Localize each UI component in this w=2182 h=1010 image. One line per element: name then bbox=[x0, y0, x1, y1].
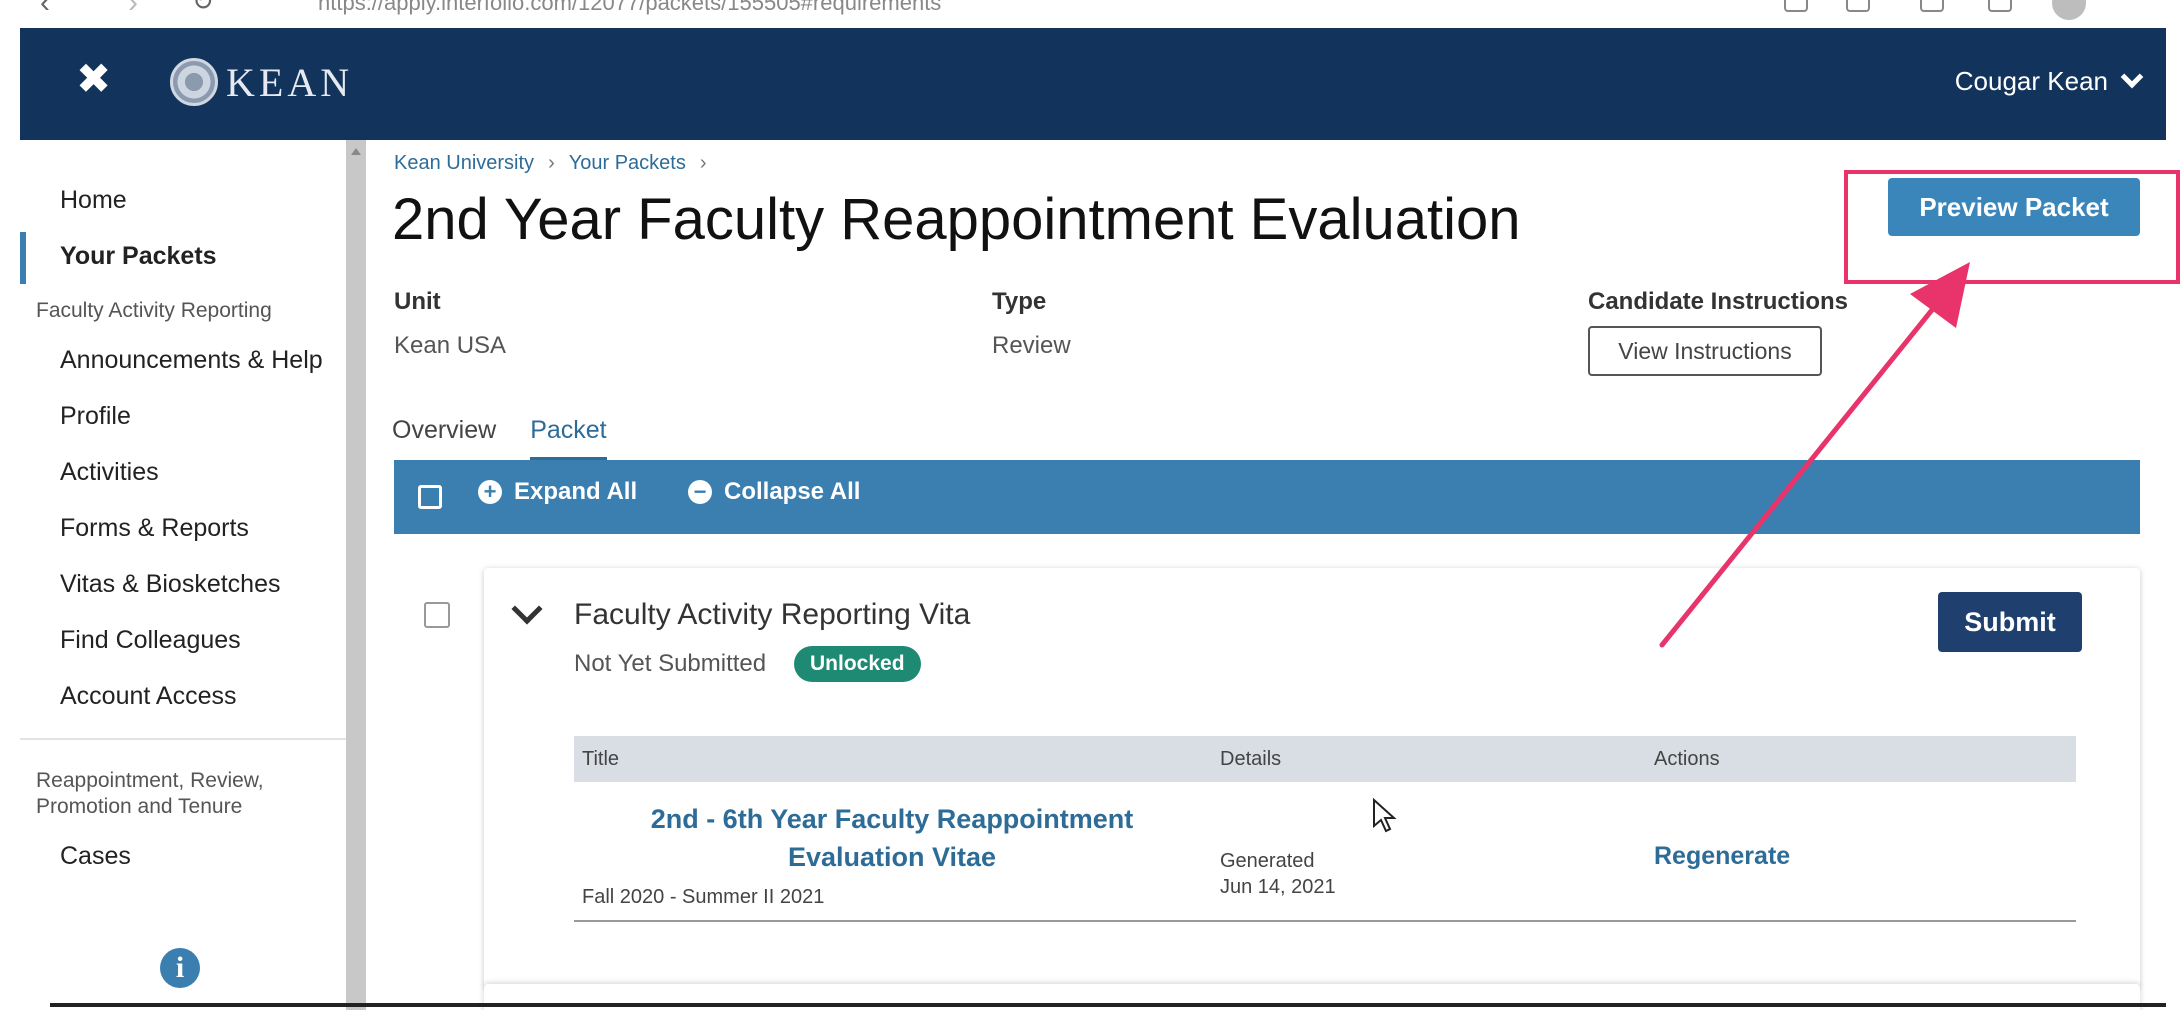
document-link[interactable]: 2nd - 6th Year Faculty Reappointment Eva… bbox=[582, 800, 1202, 876]
active-indicator bbox=[20, 232, 26, 284]
table-row: 2nd - 6th Year Faculty Reappointment Eva… bbox=[574, 782, 2076, 922]
logo-text: KEAN bbox=[226, 59, 354, 105]
chevron-down-icon[interactable] bbox=[511, 593, 543, 625]
app-header: ✖ KEAN Cougar Kean bbox=[20, 28, 2166, 140]
table-header: Title Details Actions bbox=[574, 736, 2076, 782]
read-aloud-icon[interactable] bbox=[1784, 0, 1808, 12]
breadcrumb-separator: › bbox=[699, 152, 707, 174]
page-title: 2nd Year Faculty Reappointment Evaluatio… bbox=[392, 187, 1521, 252]
tab-bar: Overview Packet bbox=[392, 416, 607, 462]
favorites-icon[interactable] bbox=[1920, 0, 1944, 12]
sidebar-item-home[interactable]: Home bbox=[60, 186, 127, 215]
select-all-checkbox[interactable] bbox=[418, 485, 442, 509]
sidebar-item-cases[interactable]: Cases bbox=[60, 842, 131, 871]
tab-packet[interactable]: Packet bbox=[530, 416, 607, 462]
back-icon[interactable]: ‹ bbox=[40, 0, 50, 20]
collapse-all-button[interactable]: − Collapse All bbox=[688, 478, 860, 506]
kean-seal-icon bbox=[170, 58, 218, 106]
details-generated: Generated bbox=[1220, 850, 1315, 872]
minus-circle-icon: − bbox=[688, 480, 712, 504]
breadcrumb-your-packets[interactable]: Your Packets bbox=[569, 152, 686, 175]
sidebar-item-profile[interactable]: Profile bbox=[60, 402, 131, 431]
tab-overview[interactable]: Overview bbox=[392, 416, 496, 462]
main-content: Kean University › Your Packets › 2nd Yea… bbox=[366, 140, 2180, 1010]
browser-profile-avatar[interactable] bbox=[2052, 0, 2086, 20]
sidebar-item-find-colleagues[interactable]: Find Colleagues bbox=[60, 626, 241, 655]
requirement-title[interactable]: Faculty Activity Reporting Vita bbox=[574, 598, 970, 632]
scroll-up-icon[interactable] bbox=[351, 148, 361, 155]
packet-toolbar: + Expand All − Collapse All bbox=[394, 460, 2140, 534]
sidebar-scrollbar[interactable] bbox=[346, 140, 366, 1010]
reload-icon[interactable]: ↻ bbox=[192, 0, 214, 17]
requirement-status: Not Yet Submitted bbox=[574, 650, 767, 677]
favorites-add-icon[interactable] bbox=[1846, 0, 1870, 12]
document-term: Fall 2020 - Summer II 2021 bbox=[582, 886, 825, 908]
plus-circle-icon: + bbox=[478, 480, 502, 504]
mouse-cursor-icon bbox=[1373, 798, 1397, 833]
column-header-actions: Actions bbox=[1654, 748, 1720, 770]
sidebar-item-activities[interactable]: Activities bbox=[60, 458, 159, 487]
breadcrumb-kean-university[interactable]: Kean University bbox=[394, 152, 534, 175]
details-date: Jun 14, 2021 bbox=[1220, 876, 1336, 898]
submit-button[interactable]: Submit bbox=[1938, 592, 2082, 652]
collections-icon[interactable] bbox=[1988, 0, 2012, 12]
sidebar-divider bbox=[20, 738, 346, 740]
sidebar: Home Your Packets Faculty Activity Repor… bbox=[20, 140, 346, 1010]
browser-toolbar: ‹ › ↻ https://apply.interfolio.com/12077… bbox=[0, 0, 2182, 28]
materials-table: Title Details Actions 2nd - 6th Year Fac… bbox=[574, 736, 2076, 922]
sidebar-section-rpt-line1: Reappointment, Review, bbox=[36, 769, 264, 792]
kean-logo[interactable]: KEAN bbox=[170, 58, 353, 106]
sidebar-item-forms-reports[interactable]: Forms & Reports bbox=[60, 514, 249, 543]
unit-value: Kean USA bbox=[394, 332, 507, 359]
type-label: Type bbox=[992, 288, 1047, 315]
breadcrumb: Kean University › Your Packets › bbox=[394, 152, 707, 175]
requirement-card: Faculty Activity Reporting Vita Not Yet … bbox=[484, 568, 2140, 988]
sidebar-item-announcements[interactable]: Announcements & Help bbox=[60, 346, 323, 375]
breadcrumb-separator: › bbox=[548, 152, 555, 174]
sidebar-section-rpt-line2: Promotion and Tenure bbox=[36, 795, 243, 818]
bottom-edge bbox=[50, 1003, 2166, 1007]
sidebar-item-your-packets[interactable]: Your Packets bbox=[60, 242, 217, 271]
annotation-highlight-box bbox=[1844, 170, 2180, 284]
document-details: Generated Jun 14, 2021 bbox=[1220, 848, 1336, 900]
chevron-down-icon bbox=[2120, 65, 2144, 88]
sidebar-item-account-access[interactable]: Account Access bbox=[60, 682, 236, 711]
view-instructions-button[interactable]: View Instructions bbox=[1588, 326, 1822, 376]
column-header-details: Details bbox=[1220, 748, 1282, 770]
forward-icon[interactable]: › bbox=[128, 0, 138, 20]
expand-all-button[interactable]: + Expand All bbox=[478, 478, 637, 506]
collapse-all-label: Collapse All bbox=[724, 478, 861, 505]
column-header-title: Title bbox=[582, 748, 620, 770]
regenerate-link[interactable]: Regenerate bbox=[1654, 842, 1790, 871]
expand-all-label: Expand All bbox=[514, 478, 638, 505]
user-menu[interactable]: Cougar Kean bbox=[1954, 65, 2144, 97]
sidebar-item-vitas[interactable]: Vitas & Biosketches bbox=[60, 570, 280, 599]
status-badge: Unlocked bbox=[794, 646, 921, 682]
info-icon[interactable]: i bbox=[160, 948, 200, 988]
sidebar-section-far: Faculty Activity Reporting bbox=[36, 299, 272, 322]
type-value: Review bbox=[992, 332, 1071, 359]
address-bar[interactable]: https://apply.interfolio.com/12077/packe… bbox=[318, 0, 941, 16]
candidate-instructions-label: Candidate Instructions bbox=[1588, 288, 1849, 315]
unit-label: Unit bbox=[394, 288, 441, 315]
close-icon[interactable]: ✖ bbox=[76, 58, 111, 100]
user-name: Cougar Kean bbox=[1954, 66, 2108, 96]
requirement-checkbox[interactable] bbox=[424, 602, 450, 628]
